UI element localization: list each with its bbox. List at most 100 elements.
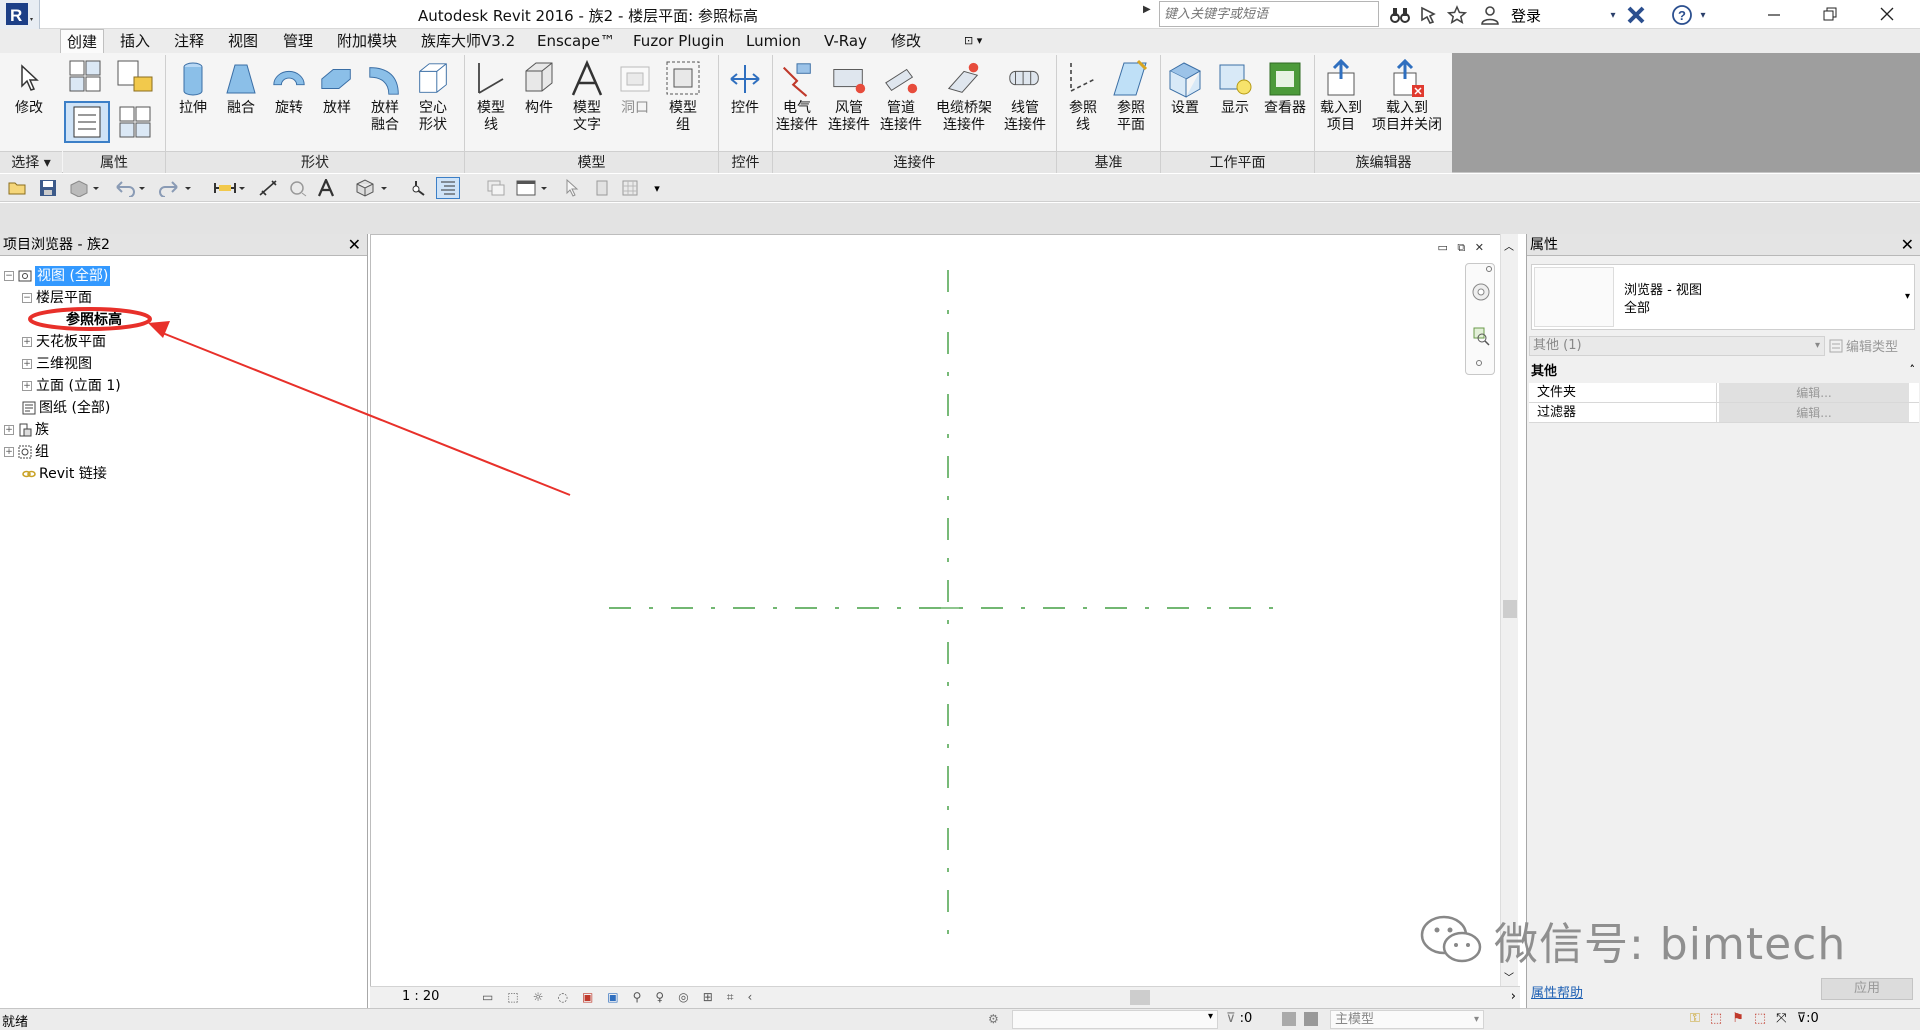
select-by-face-icon[interactable]: ⬚ (1754, 1011, 1766, 1026)
void-forms-button[interactable]: 空心 形状 (414, 58, 452, 134)
subscription-icon[interactable] (1416, 4, 1440, 26)
expand-arrow-icon[interactable]: ▶ (1143, 4, 1153, 24)
electrical-connector-button[interactable]: 电气 连接件 (776, 58, 818, 134)
tree-node-sheets[interactable]: 图纸 (全部) (22, 398, 110, 418)
sync-icon[interactable] (66, 177, 102, 199)
vertical-scrollbar[interactable]: ︿ ﹀ (1500, 234, 1518, 988)
tree-node-groups[interactable]: + 组 (4, 442, 49, 462)
tree-node-floor-plans[interactable]: − 楼层平面 (22, 288, 92, 308)
control-button[interactable]: 控件 (726, 58, 764, 117)
exchange-apps-icon[interactable] (1624, 4, 1648, 26)
save-icon[interactable] (36, 177, 60, 199)
visual-style-icon[interactable]: ⬚ (507, 990, 518, 1005)
login-link[interactable]: 登录 (1511, 5, 1541, 26)
tab-create[interactable]: 创建 (60, 29, 105, 53)
sun-path-icon[interactable]: ☼ (533, 990, 544, 1005)
star-favorites-icon[interactable] (1445, 4, 1469, 26)
design-options-icon[interactable] (1282, 1012, 1296, 1026)
tree-node-ceiling-plans[interactable]: + 天花板平面 (22, 332, 106, 352)
expand-toggle-icon[interactable]: + (22, 381, 32, 391)
type-properties-button[interactable] (114, 101, 156, 143)
properties-button[interactable] (64, 101, 110, 143)
analytical-model-icon[interactable]: ◎ (678, 990, 688, 1005)
design-option-active-icon[interactable] (1304, 1012, 1318, 1026)
tree-node-families[interactable]: + 族 (4, 420, 49, 440)
view-scale[interactable]: 1 : 20 (402, 989, 439, 1004)
load-and-close-button[interactable]: 载入到 项目并关闭 (1372, 58, 1442, 134)
tree-node-elevations[interactable]: + 立面 (立面 1) (22, 376, 121, 396)
close-button[interactable] (1867, 3, 1907, 25)
select-pinned-icon[interactable]: ⚑ (1732, 1011, 1744, 1026)
scroll-thumb[interactable] (1503, 600, 1517, 618)
binoculars-icon[interactable] (1388, 4, 1412, 26)
panel-label-select[interactable]: 选择 ▾ (0, 151, 62, 173)
search-input[interactable] (1159, 1, 1379, 27)
tree-node-3d-views[interactable]: + 三维视图 (22, 354, 92, 374)
thin-lines-icon[interactable] (436, 177, 460, 199)
expand-toggle-icon[interactable]: + (22, 337, 32, 347)
tab-annotate[interactable]: 注释 (168, 29, 210, 53)
collapse-toggle-icon[interactable]: − (4, 271, 14, 281)
edit-type-button[interactable]: 编辑类型 (1829, 336, 1898, 355)
crop-view-icon[interactable]: ▣ (582, 990, 593, 1005)
tab-fuzor[interactable]: Fuzor Plugin (627, 29, 730, 53)
apply-button[interactable]: 应用 (1821, 978, 1913, 1000)
collapse-toggle-icon[interactable]: − (22, 293, 32, 303)
user-icon[interactable] (1477, 4, 1503, 26)
tag-icon[interactable] (286, 177, 310, 199)
family-types-button[interactable] (66, 57, 106, 97)
expand-toggle-icon[interactable]: + (4, 425, 14, 435)
instance-filter[interactable]: 其他 (1) ▾ (1529, 336, 1825, 356)
edit-filter-button[interactable]: 编辑... (1719, 403, 1909, 422)
tree-node-revit-links[interactable]: Revit 链接 (22, 464, 107, 484)
extrusion-button[interactable]: 拉伸 (174, 58, 212, 117)
measure-icon[interactable] (210, 177, 250, 199)
underlay-icon[interactable] (618, 177, 642, 199)
tab-insert[interactable]: 插入 (114, 29, 156, 53)
tree-node-views[interactable]: − 视图 (全部) (4, 266, 111, 286)
expand-toggle-icon[interactable]: + (4, 447, 14, 457)
reveal-hidden-icon[interactable]: ♀ (655, 990, 664, 1005)
shadows-icon[interactable]: ◌ (557, 990, 567, 1005)
section-icon[interactable] (408, 177, 432, 199)
drawing-canvas[interactable]: ▭ ⧉ ✕ (370, 234, 1506, 1008)
revolve-button[interactable]: 旋转 (270, 58, 308, 117)
tab-vray[interactable]: V-Ray (818, 29, 873, 53)
selection-filter-icon[interactable]: ⊽:0 (1797, 1011, 1819, 1026)
tab-family-library[interactable]: 族库大师V3.2 (415, 29, 521, 53)
open-icon[interactable] (6, 177, 30, 199)
zoom-icon[interactable] (1471, 326, 1491, 346)
model-line-button[interactable]: 模型 线 (472, 58, 510, 134)
reference-line-button[interactable]: 参照 线 (1064, 58, 1102, 134)
help-icon[interactable]: ? (1670, 4, 1694, 26)
load-into-project-button[interactable]: 载入到 项目 (1320, 58, 1362, 134)
close-hidden-windows-icon[interactable] (484, 177, 508, 199)
minimize-button[interactable] (1754, 3, 1794, 25)
tab-modify[interactable]: 修改 (885, 29, 927, 53)
design-option-dropdown[interactable]: 主模型 ▾ (1330, 1010, 1484, 1029)
set-work-plane-button[interactable]: 设置 (1166, 58, 1204, 117)
constraints-icon[interactable]: ⌗ (727, 990, 734, 1005)
component-button[interactable]: 构件 (520, 58, 558, 117)
tree-node-ref-level[interactable]: 参照标高 (66, 310, 122, 330)
properties-help-link[interactable]: 属性帮助 (1531, 982, 1583, 1001)
family-category-button[interactable] (114, 57, 156, 97)
worksets-icon[interactable]: ⚙ (988, 1012, 999, 1026)
property-group-other[interactable]: 其他 ˄ (1529, 362, 1919, 382)
expand-toggle-icon[interactable]: + (22, 359, 32, 369)
edit-folder-button[interactable]: 编辑... (1719, 383, 1909, 402)
conduit-connector-button[interactable]: 线管 连接件 (1004, 58, 1046, 134)
type-dropdown-icon[interactable]: ▾ (1905, 291, 1910, 302)
text-icon[interactable] (314, 177, 338, 199)
highlight-displacement-icon[interactable]: ⊞ (703, 990, 713, 1005)
type-selector[interactable]: 浏览器 - 视图 全部 ▾ (1531, 264, 1915, 330)
redo-icon[interactable] (156, 177, 196, 199)
model-group-button[interactable]: 模型 组 (664, 58, 702, 134)
tab-enscape[interactable]: Enscape™ (531, 29, 621, 53)
collapse-group-icon[interactable]: ˄ (1910, 360, 1916, 380)
tab-view[interactable]: 视图 (222, 29, 264, 53)
tab-manage[interactable]: 管理 (277, 29, 319, 53)
login-dropdown-icon[interactable]: ▾ (1606, 4, 1620, 26)
select-cursor-icon[interactable] (560, 177, 584, 199)
blend-button[interactable]: 融合 (222, 58, 260, 117)
